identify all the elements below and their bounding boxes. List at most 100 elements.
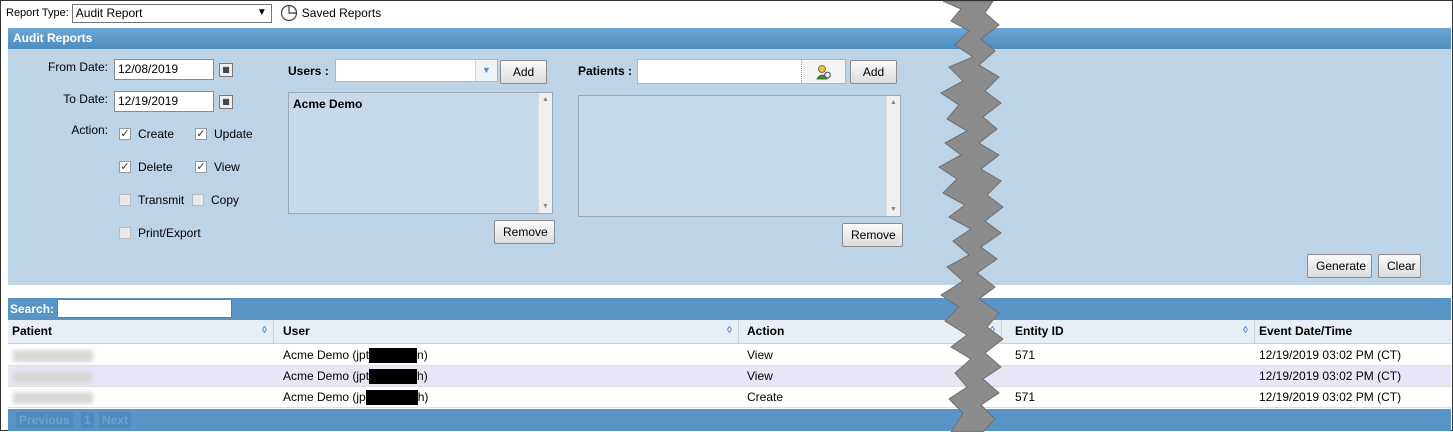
to-date-label: To Date: — [63, 92, 108, 106]
sort-icon[interactable]: ◊ — [262, 320, 267, 342]
table-row[interactable]: Acme Demo (jp h) Create 571 12/19/2019 03… — [8, 387, 1451, 408]
action-print-export-checkbox[interactable]: Print/Export — [119, 226, 201, 240]
sort-icon[interactable]: ◊ — [727, 320, 732, 342]
next-page-button[interactable]: Next — [99, 412, 132, 428]
user-text: Acme Demo (jpt — [283, 369, 370, 383]
saved-reports-link[interactable]: Saved Reports — [280, 4, 381, 22]
action-view-checkbox[interactable]: ✓ View — [195, 160, 240, 174]
column-label: Patient — [12, 324, 53, 338]
scroll-up-icon[interactable]: ▲ — [542, 96, 549, 103]
report-type-select[interactable]: Audit Report ▼ — [71, 3, 272, 23]
patient-search-button[interactable] — [801, 60, 845, 83]
users-list-item[interactable]: Acme Demo — [289, 93, 552, 115]
patient-cell-redacted — [8, 366, 93, 387]
entity-id-cell: 571 — [1015, 348, 1036, 362]
action-update-checkbox[interactable]: ✓ Update — [195, 127, 253, 141]
checkbox-checked-icon: ✓ — [119, 128, 131, 140]
table-row[interactable]: Acme Demo (jpt n) View 571 12/19/2019 03:… — [8, 345, 1451, 366]
action-view-label: View — [214, 160, 240, 174]
scroll-down-icon[interactable]: ▼ — [890, 206, 897, 213]
event-time-cell: 12/19/2019 03:02 PM (CT) — [1259, 348, 1402, 362]
to-date-input[interactable]: 12/19/2019 — [114, 91, 214, 112]
redaction-bar — [369, 348, 418, 364]
previous-page-button[interactable]: Previous — [16, 412, 73, 428]
chevron-down-icon[interactable]: ▼ — [475, 60, 497, 81]
user-text: Acme Demo (jp — [283, 390, 366, 404]
search-label: Search: — [10, 302, 55, 316]
patient-lookup-icon — [816, 65, 831, 80]
entity-id-cell: 571 — [1015, 390, 1036, 404]
clear-button[interactable]: Clear — [1378, 254, 1421, 278]
column-label: Event Date/Time — [1259, 324, 1353, 338]
action-delete-label: Delete — [138, 160, 173, 174]
patients-listbox[interactable]: ▲ ▼ — [578, 95, 901, 217]
column-header-user[interactable]: User ◊ — [279, 320, 739, 344]
generate-button[interactable]: Generate — [1307, 254, 1372, 278]
user-text-end: h) — [417, 390, 429, 404]
action-transmit-label: Transmit — [138, 193, 185, 207]
report-type-bar: Report Type: Audit Report ▼ Saved Report… — [6, 3, 381, 23]
scroll-down-icon[interactable]: ▼ — [542, 203, 549, 210]
user-text: Acme Demo (jpt — [283, 348, 370, 362]
checkbox-unchecked-icon — [192, 194, 204, 206]
report-type-label: Report Type: — [6, 7, 69, 19]
redaction-bar — [369, 369, 418, 385]
users-combobox[interactable]: ▼ — [335, 59, 498, 82]
patient-cell-redacted — [8, 387, 93, 408]
event-time-cell: 12/19/2019 03:02 PM (CT) — [1259, 390, 1402, 404]
patients-label: Patients : — [578, 64, 633, 78]
checkbox-checked-icon: ✓ — [195, 161, 207, 173]
action-transmit-checkbox[interactable]: Transmit — [119, 193, 184, 207]
scrollbar[interactable]: ▲ ▼ — [886, 96, 900, 216]
panel-title: Audit Reports — [8, 28, 1451, 49]
column-label: Entity ID — [1015, 324, 1064, 338]
search-input[interactable] — [57, 299, 232, 318]
action-create-label: Create — [138, 127, 175, 141]
blurred-patient-name — [13, 391, 93, 404]
window-frame: Report Type: Audit Report ▼ Saved Report… — [0, 0, 1453, 432]
scroll-up-icon[interactable]: ▲ — [890, 99, 897, 106]
column-label: Action — [747, 324, 785, 338]
patients-remove-button[interactable]: Remove — [842, 223, 903, 247]
action-update-label: Update — [214, 127, 253, 141]
table-row[interactable]: Acme Demo (jpt h) View 12/19/2019 03:02 P… — [8, 366, 1451, 387]
audit-reports-panel: Audit Reports From Date: 12/08/2019 ▦ To… — [8, 28, 1451, 285]
column-label: User — [283, 324, 310, 338]
action-cell: View — [747, 369, 773, 383]
users-remove-button[interactable]: Remove — [494, 220, 555, 244]
pagination-bar: Previous 1 Next — [8, 409, 1451, 431]
user-text-end: h) — [417, 369, 428, 383]
column-header-entity-id[interactable]: Entity ID ◊ — [1011, 320, 1255, 344]
user-text-end: n) — [417, 348, 428, 362]
scrollbar[interactable]: ▲ ▼ — [538, 93, 552, 213]
action-label: Action: — [71, 123, 108, 137]
users-add-button[interactable]: Add — [500, 60, 547, 84]
checkbox-checked-icon: ✓ — [119, 161, 131, 173]
from-date-input[interactable]: 12/08/2019 — [114, 59, 214, 80]
users-listbox[interactable]: Acme Demo ▲ ▼ — [288, 92, 553, 214]
column-header-patient[interactable]: Patient ◊ — [8, 320, 274, 344]
dropdown-arrow-icon: ▼ — [256, 6, 267, 18]
patients-add-button[interactable]: Add — [850, 60, 897, 84]
calendar-icon[interactable]: ▦ — [219, 63, 233, 77]
action-copy-checkbox[interactable]: Copy — [192, 193, 239, 207]
action-delete-checkbox[interactable]: ✓ Delete — [119, 160, 173, 174]
patients-input[interactable] — [637, 59, 846, 84]
saved-reports-label: Saved Reports — [301, 6, 382, 20]
calendar-icon[interactable]: ▦ — [219, 95, 233, 109]
checkbox-unchecked-icon — [119, 227, 131, 239]
action-copy-label: Copy — [211, 193, 240, 207]
redaction-bar — [365, 390, 418, 406]
action-cell: Create — [747, 390, 784, 404]
users-label: Users : — [288, 64, 329, 78]
sort-icon[interactable]: ◊ — [1243, 320, 1248, 342]
user-cell: Acme Demo (jpt n) — [279, 345, 428, 366]
action-print-export-label: Print/Export — [138, 226, 201, 240]
event-time-cell: 12/19/2019 03:02 PM (CT) — [1259, 369, 1402, 383]
blurred-patient-name — [13, 349, 93, 362]
page-number-button[interactable]: 1 — [81, 412, 94, 428]
user-cell: Acme Demo (jp h) — [279, 387, 428, 408]
checkbox-checked-icon: ✓ — [195, 128, 207, 140]
action-create-checkbox[interactable]: ✓ Create — [119, 127, 174, 141]
column-header-event-date-time[interactable]: Event Date/Time — [1255, 320, 1451, 344]
